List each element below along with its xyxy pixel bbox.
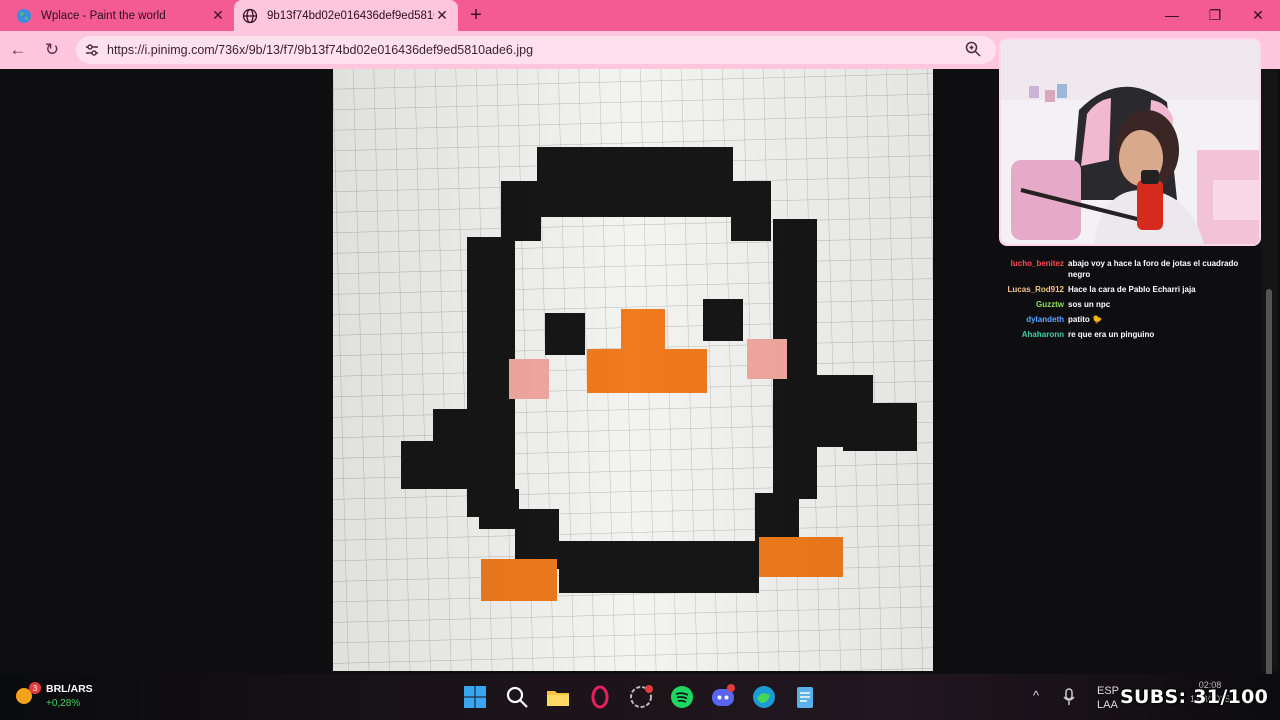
discord-icon[interactable] bbox=[710, 684, 736, 710]
chat-text: patito 🐤 bbox=[1068, 315, 1102, 324]
weather-widget[interactable]: 3 bbox=[14, 682, 42, 713]
tab-wplace[interactable]: Wplace - Paint the world ✕ bbox=[8, 0, 234, 31]
chat-overlay: lucho_benitez abajo voy a hace la foro d… bbox=[996, 258, 1256, 344]
ticker-change: +0,28% bbox=[46, 698, 81, 709]
globe-favicon-icon bbox=[17, 8, 31, 23]
chevron-up-icon[interactable]: ^ bbox=[1033, 688, 1039, 703]
chat-username: Ahaharonn bbox=[1021, 330, 1064, 339]
language-layout[interactable]: LAA bbox=[1097, 699, 1118, 711]
url-text: https://i.pinimg.com/736x/9b/13/f7/9b13f… bbox=[107, 43, 534, 57]
close-tab-icon[interactable]: ✕ bbox=[434, 7, 450, 24]
restore-button[interactable]: ❐ bbox=[1203, 4, 1227, 26]
taskbar: 3 BRL/ARS +0,28% ^ ESP LAA 02:08 17/8/20… bbox=[0, 674, 1280, 720]
edge-icon[interactable] bbox=[751, 684, 777, 710]
chat-message: dylandeth patito 🐤 bbox=[996, 314, 1256, 325]
site-info-icon[interactable] bbox=[84, 42, 100, 58]
webcam-overlay bbox=[999, 38, 1261, 246]
back-button[interactable]: ← bbox=[8, 40, 28, 60]
new-tab-button[interactable]: + bbox=[466, 4, 486, 27]
zoom-icon[interactable] bbox=[964, 40, 982, 58]
minimize-button[interactable]: — bbox=[1160, 4, 1184, 26]
penguin-pixel-art-photo bbox=[333, 69, 933, 671]
tab-strip: Wplace - Paint the world ✕ 9b13f74bd02e0… bbox=[0, 0, 1280, 31]
chat-text: sos un npc bbox=[1068, 300, 1111, 309]
chat-text: re que era un pinguino bbox=[1068, 330, 1155, 339]
file-explorer-icon[interactable] bbox=[545, 684, 571, 710]
weather-badge: 3 bbox=[33, 684, 38, 693]
tab-title: Wplace - Paint the world bbox=[41, 9, 166, 22]
streamer-webcam-feed bbox=[1001, 40, 1259, 244]
chat-message: Guzztw sos un npc bbox=[996, 299, 1256, 310]
language-indicator[interactable]: ESP bbox=[1097, 685, 1119, 697]
tab-image[interactable]: 9b13f74bd02e016436def9ed5810ade6.jpg ✕ bbox=[234, 0, 458, 31]
tab-title: 9b13f74bd02e016436def9ed5810ade6.jpg bbox=[267, 9, 434, 22]
spotify-icon[interactable] bbox=[669, 684, 695, 710]
chat-username: Lucas_Rod912 bbox=[1007, 285, 1064, 294]
chat-username: lucho_benitez bbox=[1010, 259, 1064, 268]
page-scrollbar[interactable] bbox=[1261, 69, 1278, 709]
chat-message: Ahaharonn re que era un pinguino bbox=[996, 329, 1256, 340]
windows-start-icon[interactable] bbox=[462, 684, 488, 710]
subs-goal-overlay: SUBS: 31/100 bbox=[1120, 686, 1269, 708]
chat-username: Guzztw bbox=[1036, 300, 1064, 309]
chat-message: Lucas_Rod912 Hace la cara de Pablo Echar… bbox=[996, 284, 1256, 295]
close-tab-icon[interactable]: ✕ bbox=[210, 7, 226, 24]
globe-icon bbox=[242, 8, 258, 23]
app-with-badge-icon[interactable] bbox=[628, 684, 654, 710]
chat-text: Hace la cara de Pablo Echarri jaja bbox=[1068, 285, 1196, 294]
notepad-icon[interactable] bbox=[792, 684, 818, 710]
address-bar[interactable]: https://i.pinimg.com/736x/9b/13/f7/9b13f… bbox=[76, 36, 996, 64]
search-icon[interactable] bbox=[504, 684, 530, 710]
microphone-icon[interactable] bbox=[1062, 688, 1076, 706]
ticker-name: BRL/ARS bbox=[46, 683, 93, 695]
chat-username: dylandeth bbox=[1026, 315, 1064, 324]
reload-button[interactable]: ↻ bbox=[42, 40, 62, 60]
chat-message: lucho_benitez abajo voy a hace la foro d… bbox=[996, 258, 1256, 280]
close-window-button[interactable]: ✕ bbox=[1246, 4, 1270, 26]
chat-text: abajo voy a hace la foro de jotas el cua… bbox=[1068, 259, 1239, 279]
opera-gx-icon[interactable] bbox=[587, 684, 613, 710]
scrollbar-thumb[interactable] bbox=[1266, 289, 1272, 709]
weather-icon: 3 bbox=[16, 682, 41, 704]
